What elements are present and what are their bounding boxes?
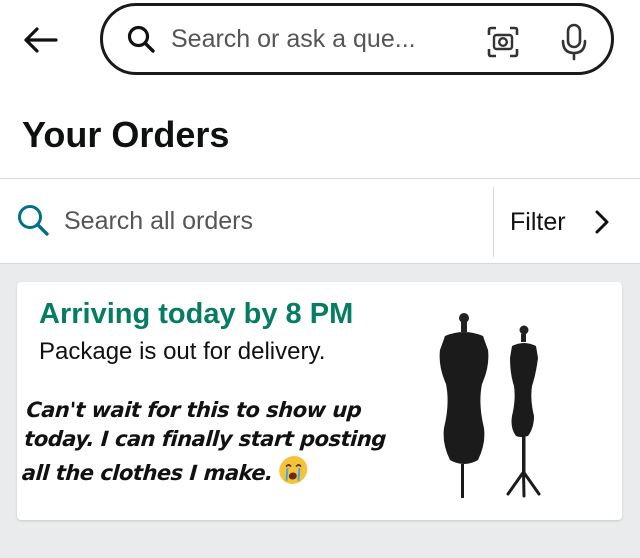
crying-face-emoji	[275, 454, 310, 494]
microphone-icon[interactable]	[559, 22, 589, 62]
top-bar	[0, 0, 640, 96]
search-orders-input[interactable]	[64, 203, 464, 239]
order-card[interactable]: Arriving today by 8 PM Package is out fo…	[17, 282, 622, 520]
back-button[interactable]	[16, 20, 64, 60]
caption-line-1: Can't wait for this to show up	[25, 398, 363, 422]
search-input[interactable]	[171, 24, 451, 54]
search-box[interactable]	[100, 3, 614, 75]
product-image[interactable]	[412, 304, 552, 500]
delivery-status: Package is out for delivery.	[39, 338, 326, 365]
orders-search-bar: Filter	[0, 178, 640, 264]
filter-button[interactable]: Filter	[493, 187, 640, 257]
arrival-status: Arriving today by 8 PM	[39, 298, 354, 330]
chevron-right-icon	[595, 210, 609, 234]
camera-scan-icon[interactable]	[485, 24, 521, 60]
page-title: Your Orders	[22, 114, 230, 155]
arrow-left-icon	[24, 27, 58, 53]
caption-line-2: today. I can finally start posting	[23, 427, 387, 451]
page-header: Your Orders	[0, 96, 640, 178]
search-icon	[125, 23, 157, 55]
overlay-caption: Can't wait for this to show up today. I …	[21, 396, 428, 494]
search-icon	[16, 203, 50, 237]
caption-line-3: all the clothes I make.	[21, 461, 274, 485]
filter-label: Filter	[510, 207, 566, 236]
